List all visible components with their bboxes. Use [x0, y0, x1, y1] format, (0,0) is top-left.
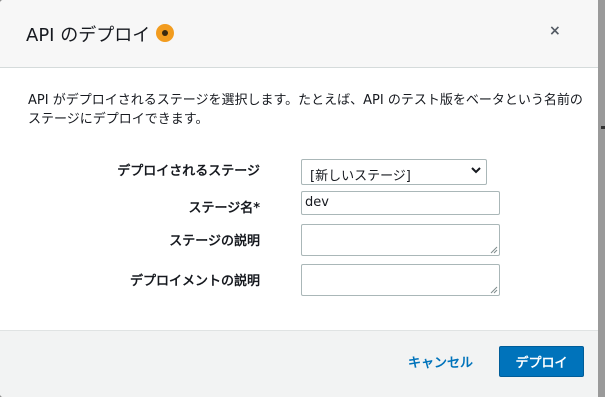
background-mark [601, 126, 605, 129]
resize-grip-icon[interactable] [490, 286, 498, 294]
cancel-button[interactable]: キャンセル [408, 352, 473, 371]
deploy-button[interactable]: デプロイ [499, 346, 584, 377]
close-icon[interactable]: × [549, 23, 561, 39]
resize-grip-icon[interactable] [490, 246, 498, 254]
stage-select[interactable]: [新しいステージ] [301, 159, 487, 185]
dialog-title: API のデプロイ [26, 25, 151, 46]
chevron-down-icon [471, 167, 481, 174]
dialog-description: API がデプロイされるステージを選択します。たとえば、API のテスト版をベー… [28, 93, 583, 127]
deployment-description-textarea[interactable] [301, 264, 500, 296]
stage-description-label: ステージの説明 [169, 234, 260, 249]
stage-label: デプロイされるステージ [117, 164, 260, 179]
deployment-description-label: デプロイメントの説明 [129, 274, 260, 289]
background-overlay [598, 0, 605, 397]
stage-name-input[interactable]: dev [301, 191, 500, 215]
dialog-header: API のデプロイ × [0, 0, 598, 68]
stage-description-textarea[interactable] [301, 224, 500, 256]
deploy-api-dialog: API のデプロイ × API がデプロイされるステージを選択します。たとえば、… [0, 0, 605, 397]
info-circle-icon[interactable] [156, 24, 174, 42]
stage-name-label: ステージ名* [188, 201, 260, 216]
